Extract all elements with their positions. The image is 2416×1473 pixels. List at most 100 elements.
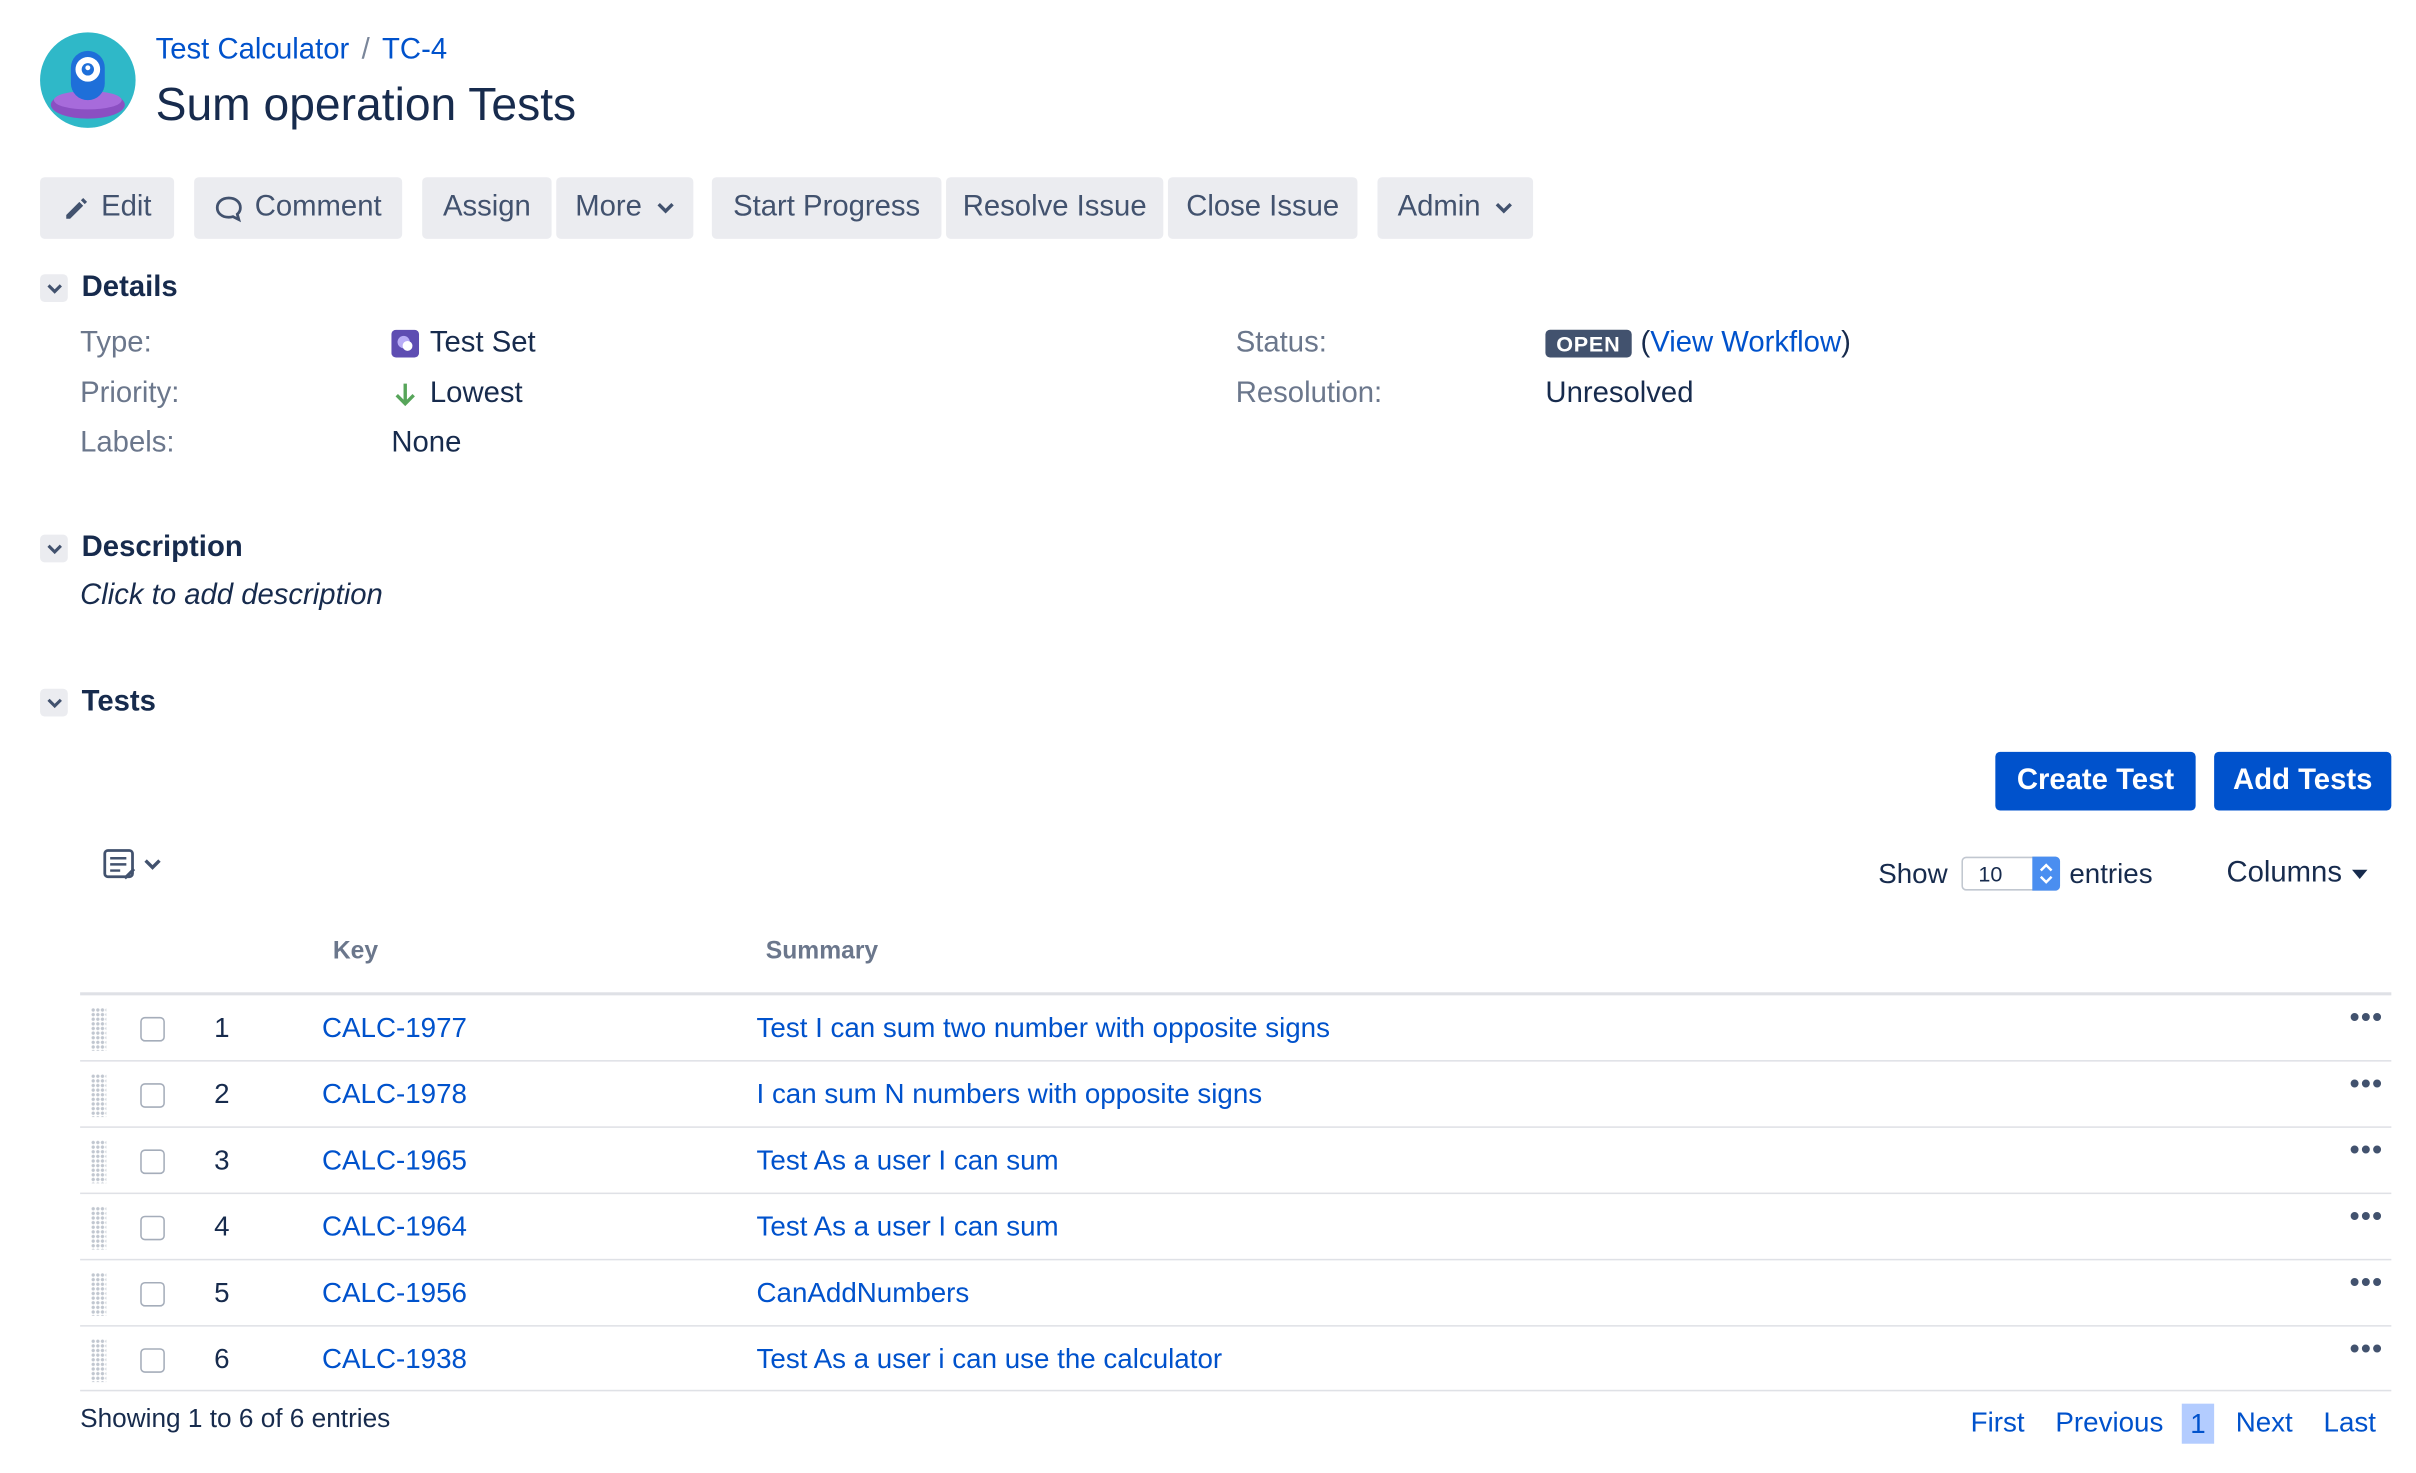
column-header-summary[interactable]: Summary [766, 938, 878, 966]
view-workflow-link[interactable]: View Workflow [1650, 327, 1841, 361]
column-header-key[interactable]: Key [333, 938, 378, 966]
chevron-down-icon [144, 859, 161, 870]
table-row: 5 CALC-1956 CanAddNumbers ••• [80, 1260, 2391, 1326]
more-actions-icon[interactable]: ••• [2350, 1134, 2384, 1166]
comment-button[interactable]: Comment [194, 177, 403, 239]
table-row: 4 CALC-1964 Test As a user I can sum ••• [80, 1194, 2391, 1260]
resolve-issue-button[interactable]: Resolve Issue [946, 177, 1164, 239]
more-actions-icon[interactable]: ••• [2350, 1333, 2384, 1365]
test-key-link[interactable]: CALC-1965 [322, 1145, 467, 1177]
drag-handle-icon[interactable] [90, 1007, 107, 1051]
test-summary-link[interactable]: Test As a user i can use the calculator [757, 1344, 1223, 1376]
start-progress-button[interactable]: Start Progress [711, 177, 942, 239]
add-tests-button[interactable]: Add Tests [2214, 751, 2392, 811]
table-row: 1 CALC-1977 Test I can sum two number wi… [80, 995, 2391, 1061]
close-issue-button[interactable]: Close Issue [1167, 177, 1358, 239]
entries-select[interactable]: 10 [1961, 856, 2061, 891]
breadcrumb-separator: / [361, 33, 370, 67]
status-label: Status: [1235, 326, 1327, 360]
pagination-last[interactable]: Last [2324, 1407, 2376, 1439]
description-heading: Description [81, 531, 243, 564]
drag-handle-icon[interactable] [90, 1338, 107, 1383]
project-avatar[interactable] [40, 32, 136, 128]
test-key-link[interactable]: CALC-1938 [322, 1344, 467, 1376]
chevron-down-icon [40, 274, 68, 302]
chevron-down-icon [40, 534, 68, 563]
resolution-label: Resolution: [1235, 377, 1383, 410]
row-number: 5 [214, 1277, 230, 1309]
pagination-first[interactable]: First [1971, 1407, 2025, 1439]
breadcrumb-project-link[interactable]: Test Calculator [156, 34, 350, 66]
drag-handle-icon[interactable] [90, 1272, 107, 1316]
table-bottom-divider [80, 1389, 2392, 1392]
admin-dropdown-button[interactable]: Admin [1377, 177, 1534, 239]
priority-value: Lowest [391, 377, 523, 411]
test-summary-link[interactable]: Test As a user I can sum [757, 1145, 1059, 1177]
view-workflow-paren-close: ) [1841, 326, 1851, 360]
type-label: Type: [80, 326, 152, 360]
test-summary-link[interactable]: CanAddNumbers [757, 1277, 970, 1309]
pagination-previous[interactable]: Previous [2055, 1407, 2163, 1439]
close-issue-label: Close Issue [1186, 191, 1340, 224]
pagination-next[interactable]: Next [2236, 1407, 2293, 1439]
entries-label: entries [2069, 857, 2153, 889]
row-checkbox[interactable] [140, 1281, 165, 1307]
breadcrumb: Test Calculator / TC-4 [156, 34, 448, 68]
status-badge: OPEN [1545, 329, 1632, 358]
labels-value[interactable]: None [391, 427, 461, 461]
view-workflow-paren-open: ( [1640, 326, 1651, 360]
pencil-icon [65, 197, 87, 219]
description-placeholder[interactable]: Click to add description [80, 579, 383, 613]
test-key-link[interactable]: CALC-1978 [322, 1079, 467, 1111]
more-actions-icon[interactable]: ••• [2350, 1002, 2384, 1034]
create-test-button[interactable]: Create Test [1995, 751, 2196, 811]
row-number: 6 [214, 1343, 230, 1375]
more-actions-icon[interactable]: ••• [2350, 1200, 2384, 1232]
row-checkbox[interactable] [140, 1016, 165, 1042]
edit-button[interactable]: Edit [40, 177, 175, 239]
table-settings-icon [103, 849, 136, 880]
edit-button-label: Edit [101, 191, 152, 224]
page-title[interactable]: Sum operation Tests [156, 80, 577, 132]
breadcrumb-issue-link[interactable]: TC-4 [382, 34, 447, 66]
start-progress-label: Start Progress [733, 191, 921, 224]
drag-handle-icon[interactable] [90, 1140, 107, 1184]
type-value: Test Set [391, 327, 536, 361]
drag-handle-icon[interactable] [90, 1206, 107, 1250]
description-section-toggle[interactable]: Description [40, 531, 243, 566]
table-row: 6 CALC-1938 Test As a user i can use the… [80, 1327, 2391, 1393]
drag-handle-icon[interactable] [90, 1073, 107, 1118]
row-checkbox[interactable] [140, 1149, 165, 1175]
more-actions-icon[interactable]: ••• [2350, 1068, 2384, 1100]
select-arrows-icon [2032, 856, 2061, 891]
row-number: 2 [214, 1078, 230, 1110]
tests-section-toggle[interactable]: Tests [40, 686, 156, 720]
test-summary-link[interactable]: Test I can sum two number with opposite … [757, 1012, 1330, 1044]
comment-icon [216, 195, 243, 222]
show-label: Show [1878, 857, 1948, 889]
test-key-link[interactable]: CALC-1956 [322, 1277, 467, 1309]
columns-dropdown-button[interactable]: Columns [2226, 857, 2368, 891]
pagination-current-page[interactable]: 1 [2181, 1403, 2215, 1444]
table-row: 3 CALC-1965 Test As a user I can sum ••• [80, 1128, 2391, 1194]
table-info: Showing 1 to 6 of 6 entries [80, 1403, 391, 1433]
row-checkbox[interactable] [140, 1215, 165, 1241]
caret-down-icon [2352, 869, 2368, 879]
test-summary-link[interactable]: I can sum N numbers with opposite signs [757, 1079, 1263, 1111]
table-row: 2 CALC-1978 I can sum N numbers with opp… [80, 1062, 2391, 1128]
assign-button[interactable]: Assign [422, 177, 552, 239]
chevron-down-icon [40, 688, 68, 717]
row-number: 3 [214, 1144, 230, 1176]
details-heading: Details [81, 271, 178, 304]
row-checkbox[interactable] [140, 1083, 165, 1108]
page-length-control: Show 10 entries [1878, 856, 2153, 891]
details-section-toggle[interactable]: Details [40, 271, 178, 305]
table-settings-button[interactable] [102, 846, 162, 883]
test-summary-link[interactable]: Test As a user I can sum [757, 1211, 1059, 1243]
more-dropdown-button[interactable]: More [556, 177, 694, 239]
test-key-link[interactable]: CALC-1977 [322, 1012, 467, 1044]
comment-button-label: Comment [254, 191, 382, 224]
test-key-link[interactable]: CALC-1964 [322, 1211, 467, 1243]
row-checkbox[interactable] [140, 1348, 165, 1373]
more-actions-icon[interactable]: ••• [2350, 1267, 2384, 1299]
